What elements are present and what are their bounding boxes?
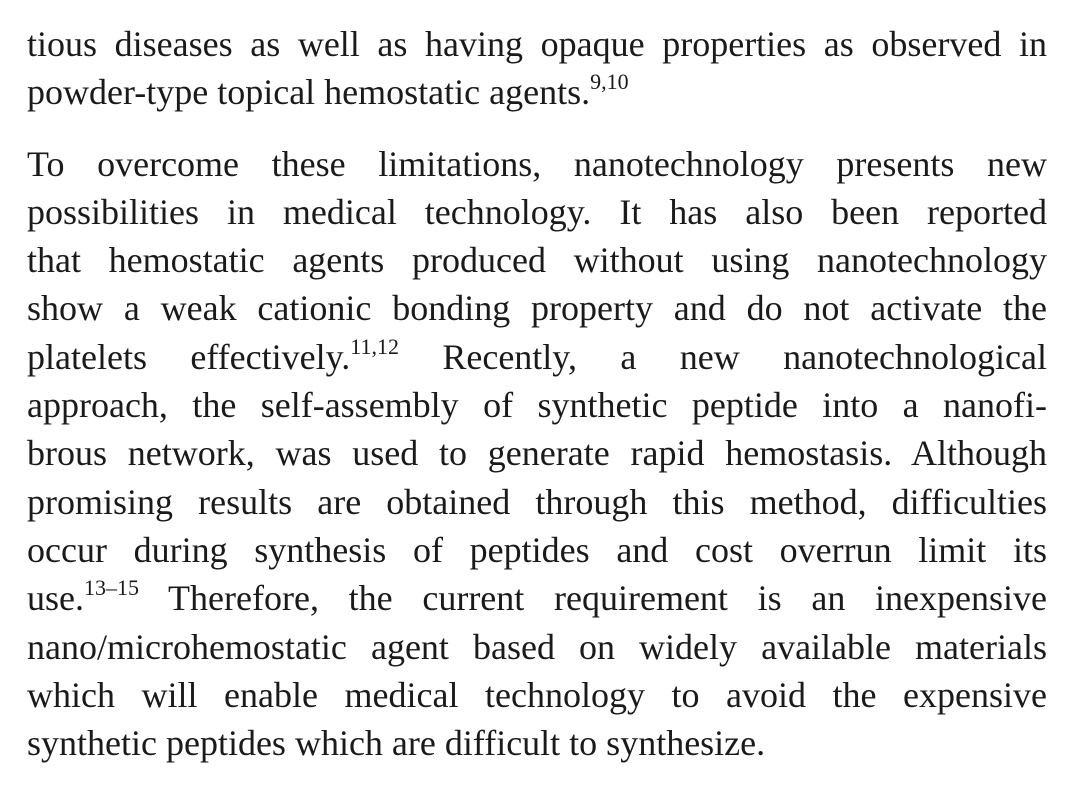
line-text: nano/microhemostatic agent based on wide… [27,626,1047,667]
text-line: occur during synthesis of peptides and c… [27,528,1047,576]
text-line: nano/microhemostatic agent based on wide… [27,625,1047,673]
text-line: tious diseases as well as having opaque … [27,22,1047,70]
line-text: promising results are obtained through t… [27,481,1047,522]
line-text: brous network, was used to generate rapi… [27,433,1047,474]
line-text: To overcome these limitations, nanotechn… [27,143,1047,184]
text-line: approach, the self-assembly of synthetic… [27,383,1047,431]
article-body-text: tious diseases as well as having opaque … [27,22,1047,769]
text-line: possibilities in medical technology. It … [27,190,1047,238]
line-text: platelets effectively. [27,336,351,377]
line-text: approach, the self-assembly of synthetic… [27,385,1047,426]
text-line: that hemostatic agents produced without … [27,238,1047,286]
line-text: use. [27,578,84,619]
line-text: synthetic peptides which are difficult t… [27,723,766,764]
text-line: brous network, was used to generate rapi… [27,431,1047,479]
text-line: synthetic peptides which are difficult t… [27,721,1047,769]
text-line: platelets effectively.11,12 Recently, a … [27,335,1047,383]
line-text: show a weak cationic bonding property an… [27,288,1047,329]
line-text: tious diseases as well as having opaque … [27,24,1047,64]
text-line: promising results are obtained through t… [27,480,1047,528]
text-line: which will enable medical technology to … [27,673,1047,721]
citation-superscript[interactable]: 11,12 [350,334,399,359]
line-text: which will enable medical technology to … [27,674,1047,715]
line-text-continued: Therefore, the current requirement is an… [139,578,1047,619]
text-line: To overcome these limitations, nanotechn… [27,142,1047,190]
citation-superscript[interactable]: 13–15 [84,575,139,600]
line-text: occur during synthesis of peptides and c… [27,529,1047,570]
paragraph-1: tious diseases as well as having opaque … [27,22,1047,119]
line-text: powder-type topical hemostatic agents. [27,72,591,113]
line-text: possibilities in medical technology. It … [27,191,1047,232]
citation-superscript[interactable]: 9,10 [590,69,629,94]
line-text: that hemostatic agents produced without … [27,240,1047,281]
paragraph-2: To overcome these limitations, nanotechn… [27,142,1047,770]
text-line: show a weak cationic bonding property an… [27,286,1047,334]
text-line: use.13–15 Therefore, the current require… [27,576,1047,624]
text-line: powder-type topical hemostatic agents.9,… [27,70,1047,118]
line-text-continued: Recently, a new nanotechnological [398,336,1047,377]
